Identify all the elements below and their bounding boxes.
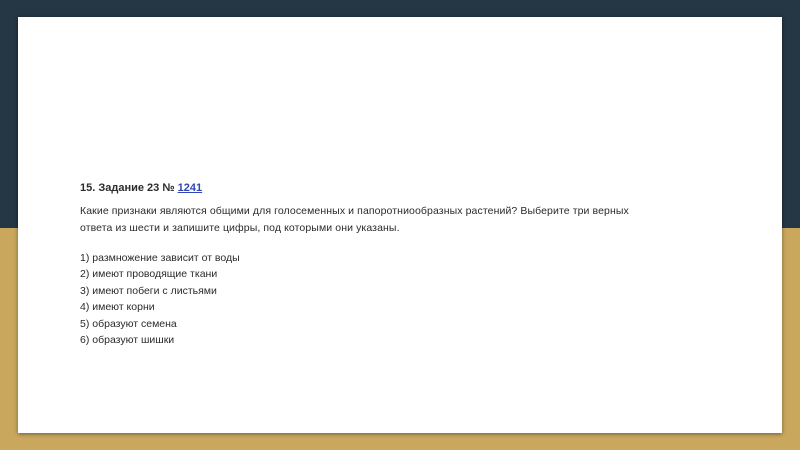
task-number-link[interactable]: 1241 [178, 182, 202, 194]
answer-option: 1) размножение зависит от воды [80, 252, 240, 264]
task-block: 15. Задание 23 № 1241 Какие признаки явл… [80, 182, 760, 348]
slide: 15. Задание 23 № 1241 Какие признаки явл… [18, 17, 782, 433]
answer-option: 6) образуют шишки [80, 334, 175, 347]
answer-option: 3) имеют побеги с листьями [80, 284, 217, 297]
task-title: 15. Задание 23 № 1241 [80, 182, 760, 194]
answer-option: 5) образуют семена [80, 317, 177, 330]
question-text: Какие признаки являются общими для голос… [80, 203, 760, 237]
task-title-prefix: 15. Задание 23 № [80, 182, 178, 194]
answer-option: 2) имеют проводящие ткани [80, 268, 218, 281]
question-line: Какие признаки являются общими для голос… [80, 205, 629, 217]
answer-options: 1) размножение зависит от воды 2) имеют … [80, 250, 760, 348]
question-line: ответа из шести и запишите цифры, под ко… [80, 222, 400, 234]
answer-option: 4) имеют корни [80, 301, 155, 314]
